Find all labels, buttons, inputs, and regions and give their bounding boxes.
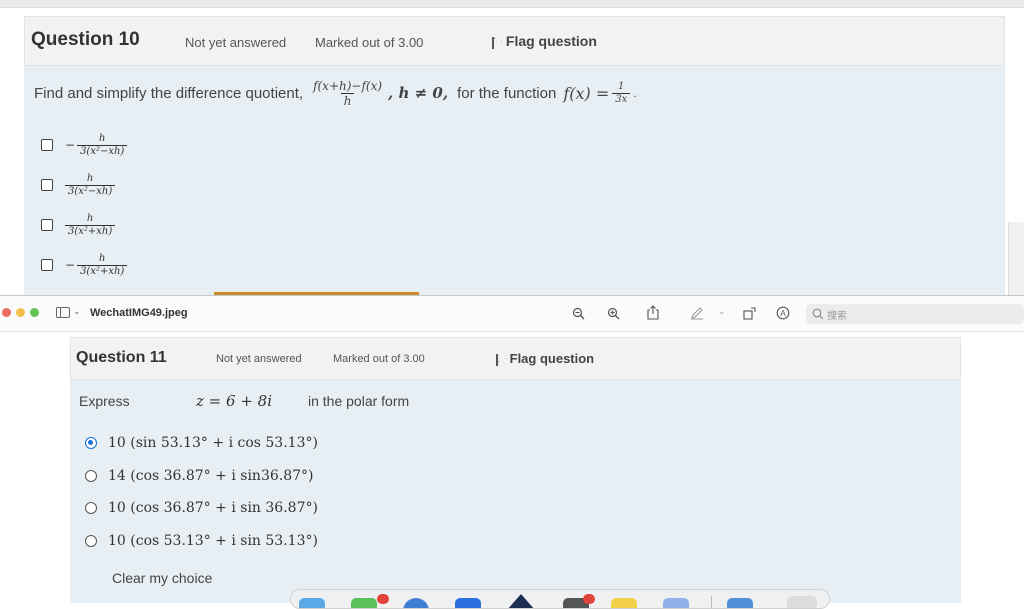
option-checkbox[interactable] xyxy=(41,139,53,151)
function-fraction: 1 3x xyxy=(612,80,631,105)
question-10-body: Find and simplify the difference quotien… xyxy=(24,66,1005,295)
share-icon[interactable] xyxy=(645,304,661,320)
dock-app-icon[interactable] xyxy=(299,598,325,608)
option-row[interactable]: − h 3(x²+xh) xyxy=(41,250,128,280)
option-row[interactable]: 10 (sin 53.13° + i cos 53.13°) xyxy=(85,433,318,453)
close-window-button[interactable] xyxy=(2,308,11,317)
flag-icon xyxy=(491,36,502,49)
zoom-out-icon[interactable] xyxy=(570,305,586,321)
search-placeholder: 搜索 xyxy=(827,311,847,322)
option-text: 10 (cos 36.87° + i sin 36.87°) xyxy=(108,500,318,516)
markup-pen-icon[interactable] xyxy=(689,305,705,321)
search-icon xyxy=(812,307,824,325)
dock-app-icon[interactable] xyxy=(351,598,377,608)
search-field[interactable]: 搜索 xyxy=(806,304,1024,324)
option-checkbox[interactable] xyxy=(41,179,53,191)
rotate-icon[interactable] xyxy=(741,305,757,321)
question-11-header: Question 11 Not yet answered Marked out … xyxy=(70,337,961,380)
clear-my-choice-link[interactable]: Clear my choice xyxy=(112,570,212,586)
option-fraction: h 3(x²−xh) xyxy=(77,132,128,157)
option-row[interactable]: h 3(x²+xh) xyxy=(41,210,116,240)
option-row[interactable]: 10 (cos 36.87° + i sin 36.87°) xyxy=(85,498,318,518)
prompt-mid: for the function xyxy=(457,84,557,102)
option-denominator: 3(x²+xh) xyxy=(77,264,128,277)
option-sign: − xyxy=(65,258,76,272)
flag-icon xyxy=(495,353,506,367)
question-11-title: Question 11 xyxy=(76,349,167,366)
option-text: 10 (cos 53.13° + i sin 53.13°) xyxy=(108,533,318,549)
dock-app-icon[interactable] xyxy=(455,598,481,608)
condition: , h ≠ 0, xyxy=(388,84,449,102)
markup-circle-a-icon[interactable]: A xyxy=(775,305,791,321)
question-10-header: Question 10 Not yet answered Marked out … xyxy=(24,16,1005,66)
question-10-flag[interactable]: Flag question xyxy=(491,33,597,49)
chevron-down-icon[interactable]: ⌄ xyxy=(718,306,726,317)
question-11-marks: Marked out of 3.00 xyxy=(333,353,425,365)
question-11-status: Not yet answered xyxy=(216,353,302,365)
option-text: 10 (sin 53.13° + i cos 53.13°) xyxy=(108,435,318,451)
option-fraction: h 3(x²+xh) xyxy=(77,252,128,277)
option-fraction: h 3(x²−xh) xyxy=(65,172,116,197)
option-denominator: 3(x²+xh) xyxy=(65,224,116,237)
option-denominator: 3(x²−xh) xyxy=(65,184,116,197)
viewer-toolbar: ⌄ WechatIMG49.jpeg ⌄ A 搜索 xyxy=(0,296,1024,332)
zoom-window-button[interactable] xyxy=(30,308,39,317)
option-fraction: h 3(x²+xh) xyxy=(65,212,116,237)
option-radio-selected[interactable] xyxy=(85,437,97,449)
function-numerator: 1 xyxy=(618,80,625,92)
dock-app-icon[interactable] xyxy=(507,594,535,608)
option-sign: − xyxy=(65,138,76,152)
zoom-in-icon[interactable] xyxy=(605,305,621,321)
question-10-title: Question 10 xyxy=(31,29,140,50)
option-checkbox[interactable] xyxy=(41,219,53,231)
prompt-lead: Express xyxy=(79,393,130,409)
option-text: 14 (cos 36.87° + i sin36.87°) xyxy=(108,468,314,484)
question-10-status: Not yet answered xyxy=(185,35,287,50)
option-numerator: h xyxy=(86,172,94,184)
dock-app-icon[interactable] xyxy=(663,598,689,608)
option-numerator: h xyxy=(86,212,94,224)
option-radio[interactable] xyxy=(85,470,97,482)
question-11-body: Express z = 6 + 8i in the polar form 10 … xyxy=(70,380,961,603)
prompt-lead: Find and simplify the difference quotien… xyxy=(34,84,304,102)
option-radio[interactable] xyxy=(85,502,97,514)
sidebar-toggle-icon[interactable] xyxy=(56,307,70,318)
question-11-flag[interactable]: Flag question xyxy=(495,351,595,367)
svg-text:A: A xyxy=(780,309,786,318)
option-row[interactable]: 10 (cos 53.13° + i sin 53.13°) xyxy=(85,531,318,551)
right-edge-panel xyxy=(1008,222,1024,295)
dock xyxy=(290,589,830,609)
top-cutoff-bar xyxy=(0,0,1024,8)
option-numerator: h xyxy=(98,132,106,144)
complex-expression: z = 6 + 8i xyxy=(196,392,272,410)
difference-quotient: f(x+h)−f(x) h xyxy=(310,80,385,107)
question-10-prompt: Find and simplify the difference quotien… xyxy=(34,78,637,108)
option-row[interactable]: − h 3(x²−xh) xyxy=(41,130,128,160)
function-lhs: f(x) = xyxy=(563,83,610,103)
top-screenshot: Question 10 Not yet answered Marked out … xyxy=(0,0,1024,295)
quotient-denominator: h xyxy=(340,92,355,107)
option-checkbox[interactable] xyxy=(41,259,53,271)
quotient-numerator: f(x+h)−f(x) xyxy=(313,78,383,93)
option-row[interactable]: h 3(x²−xh) xyxy=(41,170,116,200)
option-radio[interactable] xyxy=(85,535,97,547)
dock-app-icon[interactable] xyxy=(403,598,429,608)
dock-app-icon[interactable] xyxy=(611,598,637,608)
chevron-down-icon[interactable]: ⌄ xyxy=(73,306,81,317)
prompt-tail: in the polar form xyxy=(308,393,410,409)
function-denominator: 3x xyxy=(612,92,631,105)
option-row[interactable]: 14 (cos 36.87° + i sin36.87°) xyxy=(85,466,314,486)
dock-app-icon[interactable] xyxy=(727,598,753,608)
flag-question-label: Flag question xyxy=(509,351,595,366)
option-numerator: h xyxy=(98,252,106,264)
viewer-filename: WechatIMG49.jpeg xyxy=(90,307,188,319)
flag-question-label: Flag question xyxy=(505,33,597,49)
minimize-window-button[interactable] xyxy=(16,308,25,317)
question-10-marks: Marked out of 3.00 xyxy=(315,35,424,50)
option-denominator: 3(x²−xh) xyxy=(77,144,128,157)
